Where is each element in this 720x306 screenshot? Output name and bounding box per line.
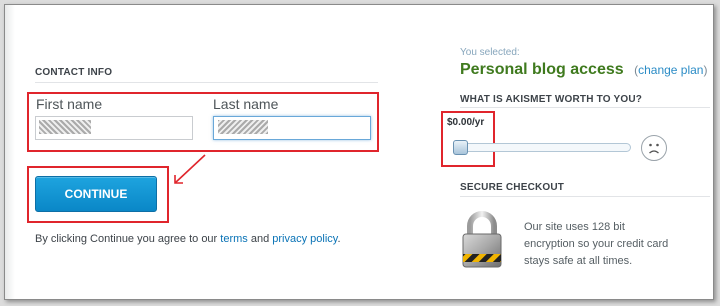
terms-and: and (250, 233, 270, 245)
worth-question: WHAT IS AKISMET WORTH TO YOU? (460, 94, 643, 105)
change-plan-link[interactable]: change plan (638, 63, 703, 77)
privacy-policy-link[interactable]: privacy policy (272, 233, 337, 245)
price-slider-track[interactable] (455, 143, 631, 152)
annotation-arrow-icon (174, 154, 206, 184)
secure-divider (460, 196, 710, 197)
plan-name: Personal blog access (460, 61, 624, 78)
terms-prefix: By clicking Continue you agree to our (35, 233, 218, 245)
first-name-label: First name (36, 96, 103, 112)
edge-shade (5, 5, 15, 299)
last-name-label: Last name (213, 96, 279, 112)
you-selected-label: You selected: (460, 47, 520, 58)
worth-divider (460, 107, 710, 108)
secure-description: Our site uses 128 bit encryption so your… (524, 221, 669, 267)
checkout-window: CONTACT INFO First name Last name CONTIN… (4, 4, 714, 300)
plan-row: Personal blog access (change plan) (460, 61, 707, 79)
price-value: $0.00/yr (447, 117, 485, 128)
contact-info-heading: CONTACT INFO (35, 67, 113, 78)
terms-suffix: . (337, 233, 341, 245)
sad-face-icon (641, 135, 667, 161)
contact-divider (35, 82, 378, 83)
continue-button[interactable]: CONTINUE (35, 176, 157, 212)
paren-close: ) (703, 63, 708, 77)
terms-link[interactable]: terms (220, 233, 248, 245)
first-name-blur (39, 120, 91, 134)
change-plan-wrap: (change plan) (634, 63, 707, 77)
last-name-blur (218, 120, 268, 134)
secure-checkout-heading: SECURE CHECKOUT (460, 182, 565, 193)
padlock-icon (462, 211, 502, 268)
price-slider-handle[interactable] (453, 140, 468, 155)
terms-notice: By clicking Continue you agree to our te… (35, 233, 341, 245)
